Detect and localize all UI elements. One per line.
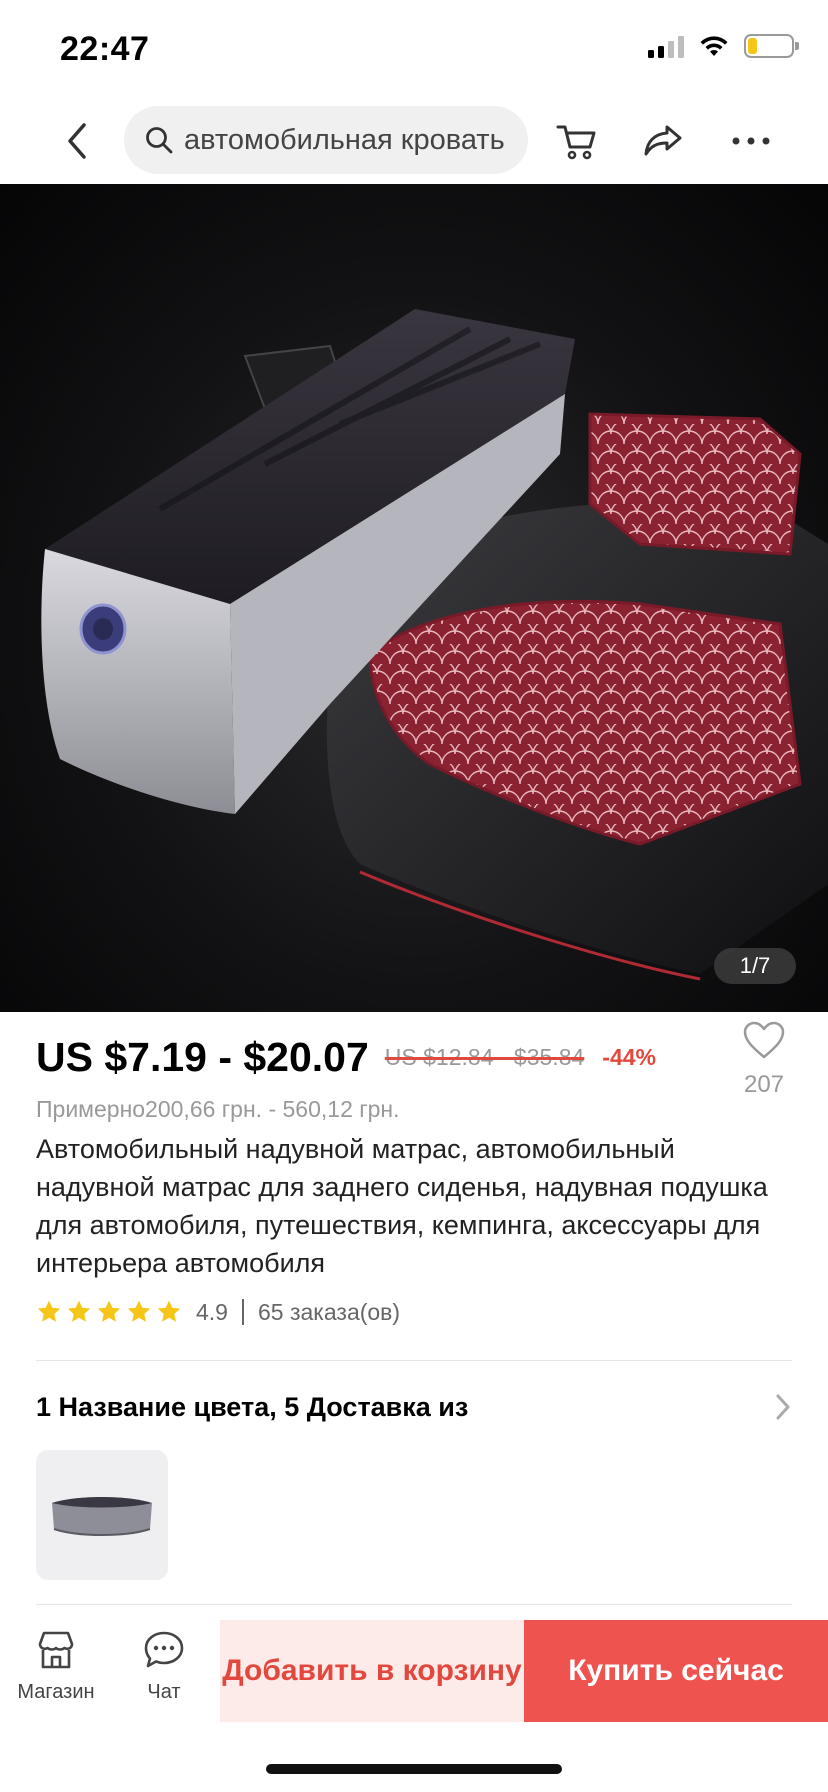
product-image[interactable]: 1/7 [0, 184, 828, 1012]
price-row: US $7.19 - $20.07 US $12.84 - $35.84 -44… [36, 1022, 796, 1092]
back-button[interactable] [52, 116, 102, 166]
home-indicator[interactable] [266, 1764, 562, 1774]
status-icons [648, 34, 799, 58]
wishlist-count: 207 [743, 1071, 785, 1098]
search-bar[interactable]: автомобильная кровать [124, 106, 528, 174]
status-bar: 22:47 [0, 0, 828, 96]
search-icon [146, 127, 173, 154]
price: US $7.19 - $20.07 [36, 1033, 369, 1080]
store-icon [38, 1631, 74, 1669]
rating-row[interactable]: 4.9 65 заказа(ов) [36, 1296, 400, 1328]
discount-badge: -44% [602, 1043, 656, 1070]
rating-value: 4.9 [196, 1298, 228, 1325]
battery-icon [744, 34, 799, 58]
chat-icon [144, 1631, 184, 1668]
product-title: Автомобильный надувной матрас, автомобил… [36, 1134, 768, 1278]
chat-button[interactable]: Чат [114, 1628, 214, 1704]
cart-button[interactable] [552, 116, 602, 166]
old-price: US $12.84 - $35.84 [384, 1043, 585, 1070]
variant-thumbnail[interactable] [36, 1450, 168, 1580]
add-to-cart-button[interactable]: Добавить в корзину [220, 1620, 524, 1722]
divider [36, 1604, 792, 1605]
options-selector[interactable]: 1 Название цвета, 5 Доставка из [36, 1382, 792, 1432]
star-icon [157, 1300, 181, 1322]
star-rating [36, 1299, 186, 1325]
star-icon [127, 1300, 151, 1322]
back-chevron-icon [68, 123, 86, 159]
cart-icon [556, 125, 596, 160]
status-time: 22:47 [60, 30, 150, 68]
store-button[interactable]: Магазин [6, 1628, 106, 1704]
search-text: автомобильная кровать [184, 123, 505, 156]
product-page: 22:47 автомобильная кровать 1/7 US $7.19… [0, 0, 828, 1792]
options-label: 1 Название цвета, 5 Доставка из [36, 1391, 469, 1422]
chat-label: Чат [147, 1681, 181, 1703]
store-label: Магазин [17, 1681, 95, 1703]
wifi-icon [700, 36, 728, 56]
share-button[interactable] [638, 116, 688, 166]
star-icon [67, 1300, 91, 1322]
more-button[interactable] [726, 116, 776, 166]
more-icon [732, 137, 770, 145]
divider [36, 1360, 792, 1361]
image-counter: 1/7 [714, 948, 796, 984]
variant-image [52, 1497, 152, 1536]
share-icon [644, 125, 682, 156]
product-photo [41, 309, 828, 981]
orders-count: 65 заказа(ов) [257, 1298, 401, 1325]
buy-now-button[interactable]: Купить сейчас [524, 1620, 828, 1722]
chevron-right-icon [776, 1394, 790, 1420]
star-icon [37, 1300, 61, 1322]
nav-bar: автомобильная кровать [0, 96, 828, 184]
bottom-action-bar: Магазин Чат Добавить в корзину Купить се… [0, 1620, 828, 1722]
approx-price: Примерно200,66 грн. - 560,12 грн. [36, 1096, 400, 1122]
cellular-signal-icon [648, 34, 684, 58]
heart-icon [743, 1021, 785, 1059]
star-icon [97, 1300, 121, 1322]
wishlist-button[interactable]: 207 [734, 1020, 794, 1099]
battery-level [748, 38, 758, 54]
rating-separator [241, 1299, 244, 1325]
